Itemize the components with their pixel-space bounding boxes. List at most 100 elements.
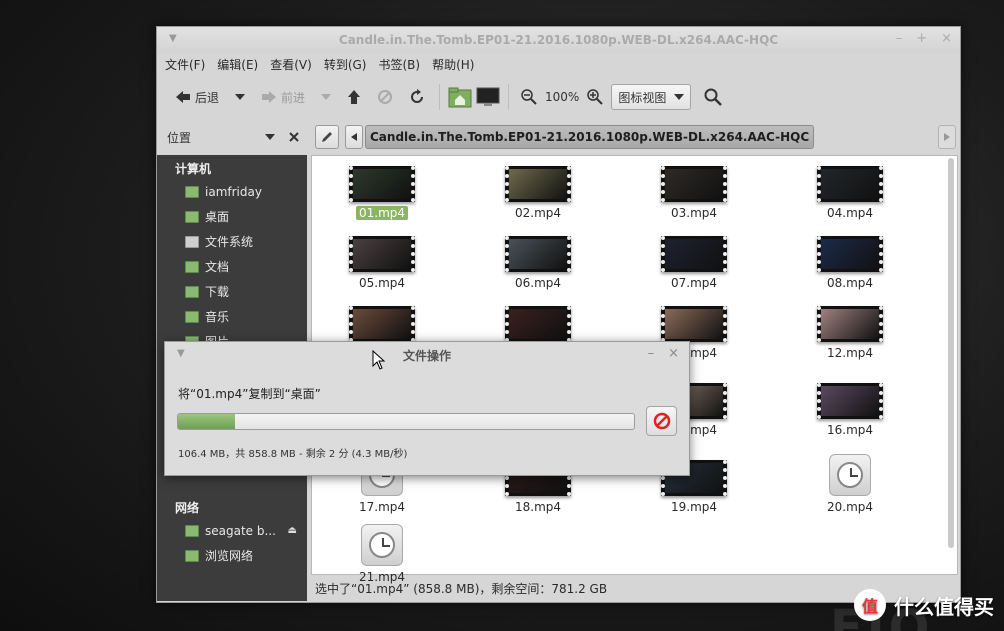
up-button[interactable]: [341, 82, 367, 112]
file-item[interactable]: 05.mp4: [322, 236, 442, 290]
video-thumbnail: [817, 236, 883, 272]
file-item[interactable]: 01.mp4: [322, 166, 442, 220]
maximize-button[interactable]: +: [916, 31, 927, 46]
path-scroll-left-button[interactable]: [345, 125, 363, 149]
file-name: 17.mp4: [358, 500, 406, 514]
menu-bookmarks[interactable]: 书签(B): [378, 56, 420, 73]
sidebar-item-filesystem[interactable]: 文件系统: [157, 229, 307, 254]
sidebar-item-browse-network[interactable]: 浏览网络: [157, 543, 307, 568]
menu-file[interactable]: 文件(F): [165, 56, 205, 73]
sidebar-type-dropdown-icon[interactable]: [265, 134, 275, 140]
vertical-scrollbar[interactable]: [946, 158, 956, 548]
sidebar-item-label: 文件系统: [205, 235, 254, 249]
sidebar-item-downloads[interactable]: 下载: [157, 279, 307, 304]
file-name: 07.mp4: [670, 276, 718, 290]
chevron-down-icon: [321, 94, 332, 100]
file-item[interactable]: 02.mp4: [478, 166, 598, 220]
video-thumbnail: [505, 236, 571, 272]
scrollbar-thumb[interactable]: [948, 158, 954, 548]
file-operation-dialog: ▼ 文件操作 – × 将“01.mp4”复制到“桌面” 106.4 MB，共 8…: [164, 341, 690, 476]
file-name: 04.mp4: [826, 206, 874, 220]
toolbar: 后退 前进 100% 图标视图: [157, 75, 960, 119]
stop-button[interactable]: [371, 82, 399, 112]
sidebar-item-label: 文档: [205, 260, 230, 274]
file-item[interactable]: 06.mp4: [478, 236, 598, 290]
arrow-up-icon: [348, 90, 361, 104]
reload-button[interactable]: [403, 82, 431, 112]
file-name: 20.mp4: [826, 500, 874, 514]
file-item[interactable]: 04.mp4: [790, 166, 910, 220]
sidebar-item-desktop[interactable]: 桌面: [157, 204, 307, 229]
file-item[interactable]: 12.mp4: [790, 306, 910, 360]
pending-thumbnail-clock-icon: [829, 454, 871, 496]
edit-location-button[interactable]: [315, 125, 339, 149]
file-item[interactable]: 08.mp4: [790, 236, 910, 290]
menu-go[interactable]: 转到(G): [324, 56, 367, 73]
sidebar-item-home[interactable]: iamfriday: [157, 179, 307, 204]
menu-help[interactable]: 帮助(H): [432, 56, 474, 73]
forward-label: 前进: [281, 90, 306, 105]
menu-edit[interactable]: 编辑(E): [217, 56, 258, 73]
dialog-menu-icon[interactable]: ▼: [177, 348, 185, 359]
folder-icon: [185, 260, 199, 273]
chevron-left-icon: [351, 133, 357, 141]
close-sidebar-icon[interactable]: [289, 132, 299, 142]
window-titlebar[interactable]: ▼ Candle.in.The.Tomb.EP01-21.2016.1080p.…: [157, 27, 960, 53]
sidebar-header: 位置: [157, 129, 307, 146]
video-thumbnail: [505, 166, 571, 202]
back-button[interactable]: 后退: [169, 82, 225, 112]
file-item[interactable]: 07.mp4: [634, 236, 754, 290]
view-mode-value: 图标视图: [618, 90, 667, 105]
file-item[interactable]: 21.mp4: [322, 524, 442, 584]
sidebar-item-seagate[interactable]: seagate b... ⏏: [157, 518, 307, 543]
video-frame: [509, 239, 567, 269]
forward-history-dropdown[interactable]: [315, 82, 337, 112]
window-menu-icon[interactable]: ▼: [169, 33, 177, 44]
file-item[interactable]: 16.mp4: [790, 383, 910, 437]
video-thumbnail: [505, 306, 571, 342]
watermark-logo-icon: 值: [854, 589, 886, 621]
chevron-right-icon: [944, 133, 950, 141]
chevron-down-icon: [674, 94, 685, 100]
dialog-titlebar[interactable]: ▼ 文件操作 – ×: [165, 342, 689, 368]
video-thumbnail: [817, 166, 883, 202]
video-thumbnail: [349, 236, 415, 272]
close-button[interactable]: ×: [941, 31, 952, 46]
chevron-down-icon: [235, 94, 246, 100]
search-button[interactable]: [701, 85, 725, 109]
computer-button[interactable]: [476, 85, 500, 109]
file-item[interactable]: 03.mp4: [634, 166, 754, 220]
video-frame: [821, 386, 879, 416]
dialog-minimize-button[interactable]: –: [648, 346, 655, 361]
view-mode-select[interactable]: 图标视图: [611, 84, 692, 110]
menu-view[interactable]: 查看(V): [270, 56, 312, 73]
eject-icon[interactable]: ⏏: [288, 525, 297, 536]
home-folder-button[interactable]: [448, 85, 472, 109]
file-item[interactable]: 20.mp4: [790, 454, 910, 514]
sidebar-item-label: 音乐: [205, 310, 230, 324]
dialog-title: 文件操作: [402, 348, 451, 363]
download-folder-icon: [185, 285, 199, 298]
zoom-in-button[interactable]: [583, 85, 607, 109]
video-thumbnail: [661, 236, 727, 272]
video-thumbnail: [661, 306, 727, 342]
file-name: 01.mp4: [355, 206, 409, 220]
video-thumbnail: [349, 166, 415, 202]
zoom-out-button[interactable]: [517, 85, 541, 109]
back-history-dropdown[interactable]: [229, 82, 251, 112]
video-frame: [821, 239, 879, 269]
dialog-message: 将“01.mp4”复制到“桌面”: [178, 387, 321, 401]
minimize-button[interactable]: –: [896, 31, 903, 46]
video-frame: [665, 169, 723, 199]
pending-thumbnail-clock-icon: [361, 524, 403, 566]
cancel-copy-button[interactable]: [646, 406, 677, 436]
video-frame: [509, 309, 567, 339]
sidebar-item-documents[interactable]: 文档: [157, 254, 307, 279]
sidebar-section-computer: 计算机: [175, 161, 212, 176]
sidebar-item-music[interactable]: 音乐: [157, 304, 307, 329]
dialog-close-button[interactable]: ×: [668, 346, 679, 361]
path-button-current[interactable]: Candle.in.The.Tomb.EP01-21.2016.1080p.WE…: [365, 125, 815, 149]
network-drive-icon: [185, 524, 199, 537]
path-scroll-right-button[interactable]: [938, 125, 956, 149]
forward-button[interactable]: 前进: [255, 82, 311, 112]
